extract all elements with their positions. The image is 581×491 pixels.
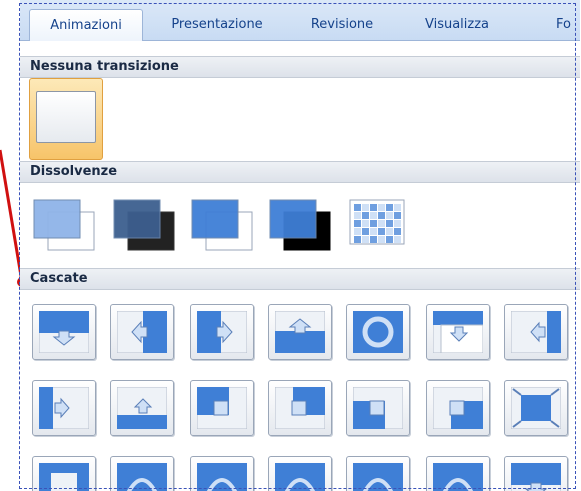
wipe-transition-thumbnail[interactable]	[190, 304, 254, 360]
fade-transition-thumbnail[interactable]	[190, 196, 256, 256]
section-cascate: Cascate	[20, 268, 580, 290]
section-title: Cascate	[30, 271, 88, 286]
wipe-transition-thumbnail[interactable]	[110, 380, 174, 436]
section-dissolvenze: Dissolvenze	[20, 161, 580, 183]
fade-transition-thumbnail[interactable]	[268, 196, 334, 256]
wipe-transition-thumbnail[interactable]	[190, 456, 254, 491]
wipe-transition-thumbnail[interactable]	[32, 380, 96, 436]
wipe-arrow-icon	[433, 387, 483, 429]
wipe-transition-thumbnail[interactable]	[110, 456, 174, 491]
wipe-arrow-icon	[353, 387, 403, 429]
wipe-arrow-icon	[197, 463, 247, 491]
wipe-arrow-icon	[39, 387, 89, 429]
wipe-arrow-icon	[353, 463, 403, 491]
tab-formato[interactable]: Fo	[556, 10, 580, 38]
wipe-transition-thumbnail[interactable]	[426, 304, 490, 360]
wipe-arrow-icon	[353, 311, 403, 353]
wipe-arrow-icon	[39, 311, 89, 353]
wipe-arrow-icon	[275, 463, 325, 491]
wipe-transition-thumbnail[interactable]	[268, 304, 332, 360]
wipe-arrow-icon	[275, 387, 325, 429]
blank-slide-icon	[36, 91, 96, 143]
wipe-transition-thumbnail[interactable]	[346, 456, 410, 491]
wipe-transition-thumbnail[interactable]	[110, 304, 174, 360]
wipe-transition-thumbnail[interactable]	[268, 380, 332, 436]
wipe-transition-thumbnail[interactable]	[346, 380, 410, 436]
wipe-transition-thumbnail[interactable]	[346, 304, 410, 360]
wipe-arrow-icon	[511, 463, 561, 491]
wipe-transition-thumbnail[interactable]	[268, 456, 332, 491]
tab-visualizza[interactable]: Visualizza	[402, 10, 512, 38]
fade-transition-thumbnail[interactable]	[112, 196, 178, 256]
wipe-transition-thumbnail[interactable]	[190, 380, 254, 436]
wipe-arrow-icon	[197, 311, 247, 353]
wipe-arrow-icon	[39, 463, 89, 491]
wipe-arrow-icon	[117, 311, 167, 353]
wipe-transition-thumbnail[interactable]	[504, 380, 568, 436]
section-title: Nessuna transizione	[30, 59, 179, 74]
tab-animazioni[interactable]: Animazioni	[29, 9, 143, 41]
ribbon-tab-bar: Animazioni Presentazione Revisione Visua…	[20, 0, 580, 41]
fade-transition-thumbnail[interactable]	[32, 196, 98, 256]
wipe-transition-thumbnail[interactable]	[426, 380, 490, 436]
section-nessuna-transizione: Nessuna transizione	[20, 56, 580, 78]
wipe-arrow-icon	[117, 387, 167, 429]
section-title: Dissolvenze	[30, 164, 118, 179]
wipe-transition-thumbnail[interactable]	[426, 456, 490, 491]
tab-presentazione[interactable]: Presentazione	[152, 10, 282, 38]
wipe-transition-thumbnail[interactable]	[32, 304, 96, 360]
wipe-arrow-icon	[197, 387, 247, 429]
wipe-arrow-icon	[433, 311, 483, 353]
wipe-arrow-icon	[511, 311, 561, 353]
transition-gallery: Animazioni Presentazione Revisione Visua…	[20, 0, 580, 491]
no-transition-thumbnail[interactable]	[29, 78, 103, 160]
fade-transition-thumbnail[interactable]	[346, 196, 412, 256]
wipe-arrow-icon	[511, 387, 561, 429]
wipe-transition-thumbnail[interactable]	[32, 456, 96, 491]
tab-revisione[interactable]: Revisione	[292, 10, 392, 38]
wipe-arrow-icon	[275, 311, 325, 353]
wipe-arrow-icon	[117, 463, 167, 491]
wipe-arrow-icon	[433, 463, 483, 491]
wipe-transition-thumbnail[interactable]	[504, 456, 568, 491]
wipe-transition-thumbnail[interactable]	[504, 304, 568, 360]
